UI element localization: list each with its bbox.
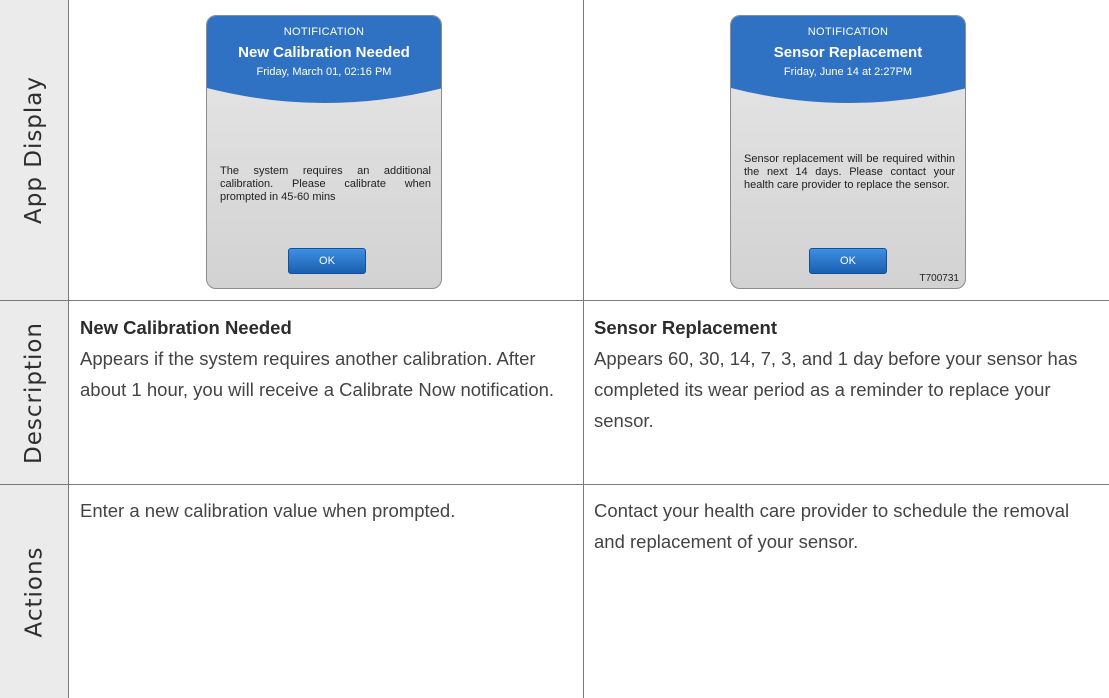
action-right: Contact your health care provider to sch… <box>594 500 1070 552</box>
row-label-app-display-text: App Display <box>21 75 47 225</box>
grid-line-left <box>68 0 69 698</box>
row-label-description: Description <box>0 301 68 484</box>
description-right: Sensor Replacement Appears 60, 30, 14, 7… <box>594 312 1084 436</box>
notification-card-calibration: NOTIFICATION New Calibration Needed Frid… <box>206 15 442 289</box>
notification-message: The system requires an additional calibr… <box>220 165 431 203</box>
figure-code: T700731 <box>919 273 959 284</box>
notification-header: NOTIFICATION Sensor Replacement Friday, … <box>731 16 965 108</box>
notification-title: Sensor Replacement <box>773 44 923 61</box>
notification-card-sensor-replacement: NOTIFICATION Sensor Replacement Friday, … <box>730 15 966 289</box>
row-label-app-display: App Display <box>0 0 68 300</box>
notification-header: NOTIFICATION New Calibration Needed Frid… <box>207 16 441 108</box>
notification-title: New Calibration Needed <box>238 44 410 61</box>
notification-datetime: Friday, March 01, 02:16 PM <box>256 66 392 78</box>
description-left: New Calibration Needed Appears if the sy… <box>80 312 570 405</box>
ok-button[interactable]: OK <box>809 248 887 274</box>
notification-message: Sensor replacement will be required with… <box>744 153 955 191</box>
notification-kicker: NOTIFICATION <box>283 26 365 38</box>
row-label-actions: Actions <box>0 485 68 698</box>
description-right-heading: Sensor Replacement <box>594 317 778 338</box>
grid-line-row2 <box>0 484 1109 485</box>
row-label-description-text: Description <box>21 321 47 464</box>
notification-kicker: NOTIFICATION <box>807 26 889 38</box>
description-right-text: Appears 60, 30, 14, 7, 3, and 1 day befo… <box>594 348 1078 431</box>
action-left: Enter a new calibration value when promp… <box>80 500 456 521</box>
description-left-heading: New Calibration Needed <box>80 317 292 338</box>
grid-line-middle <box>583 0 584 698</box>
notification-datetime: Friday, June 14 at 2:27PM <box>783 66 913 78</box>
description-left-text: Appears if the system requires another c… <box>80 348 555 400</box>
row-label-actions-text: Actions <box>21 545 48 638</box>
ok-button[interactable]: OK <box>288 248 366 274</box>
grid-line-row1 <box>0 300 1109 301</box>
